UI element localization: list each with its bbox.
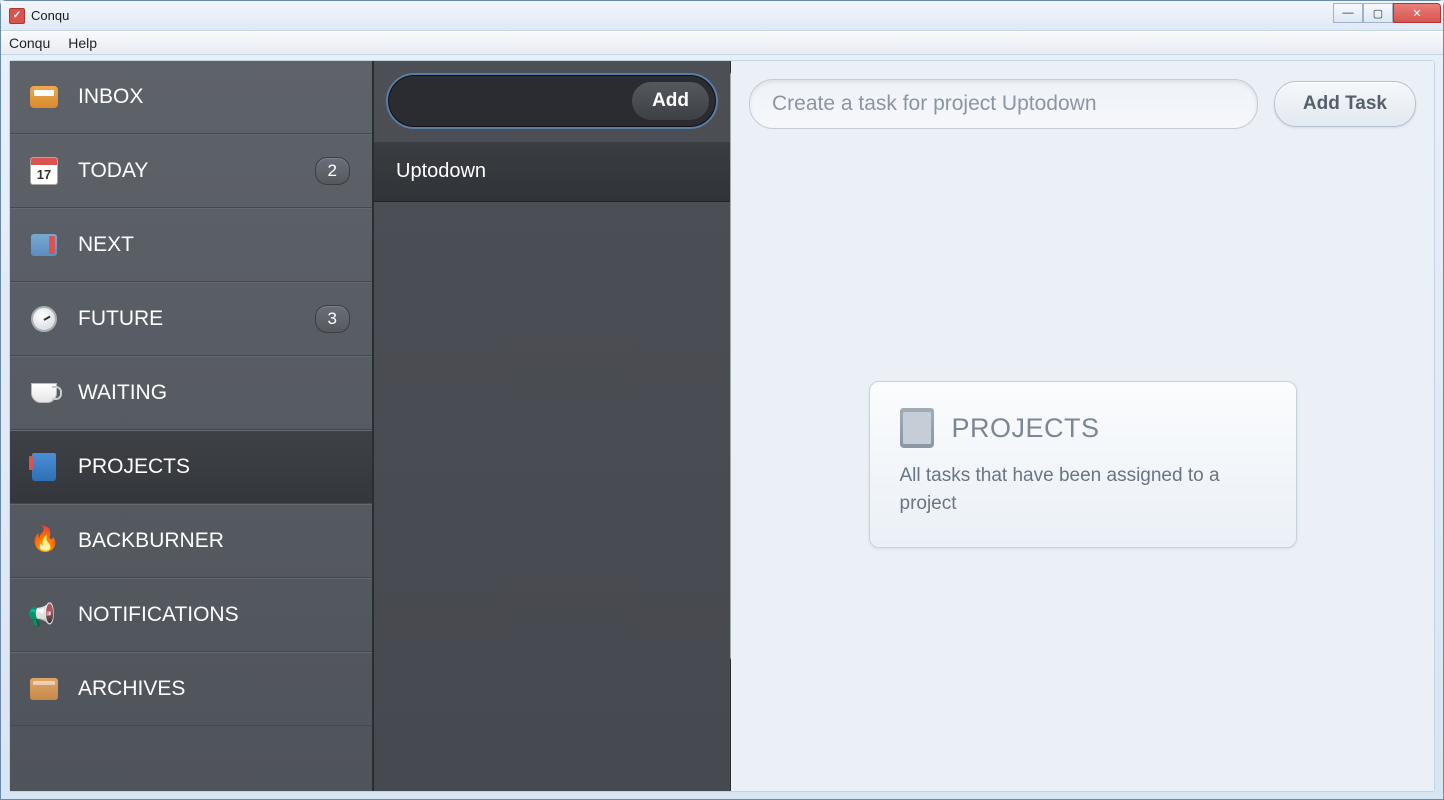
menu-help[interactable]: Help (68, 35, 97, 51)
menubar: Conqu Help (1, 31, 1443, 55)
add-project-panel: Add (386, 73, 718, 129)
clock-icon (28, 303, 60, 335)
task-bar: Add Task (749, 79, 1416, 129)
sidebar: INBOX TODAY 2 NEXT FUTURE 3 WAITING (10, 61, 373, 791)
sidebar-label: BACKBURNER (78, 529, 224, 553)
window-controls: — ▢ ✕ (1333, 3, 1441, 23)
close-button[interactable]: ✕ (1393, 3, 1441, 23)
info-card-header: PROJECTS (900, 408, 1266, 448)
sidebar-label: PROJECTS (78, 455, 190, 479)
main-panel: Add Task PROJECTS All tasks that have be… (731, 61, 1434, 791)
info-card-description: All tasks that have been assigned to a p… (900, 462, 1266, 517)
window-frame: Conqu — ▢ ✕ Conqu Help INBOX TODAY 2 NEX… (0, 0, 1444, 800)
sidebar-label: NEXT (78, 233, 134, 257)
fire-icon (28, 525, 60, 557)
sidebar-item-today[interactable]: TODAY 2 (10, 134, 372, 208)
sidebar-label: WAITING (78, 381, 167, 405)
sidebar-item-projects[interactable]: PROJECTS (10, 430, 372, 504)
sidebar-label: TODAY (78, 159, 148, 183)
sidebar-label: INBOX (78, 85, 143, 109)
app-body: INBOX TODAY 2 NEXT FUTURE 3 WAITING (9, 60, 1435, 792)
sidebar-label: NOTIFICATIONS (78, 603, 239, 627)
add-project-button[interactable]: Add (631, 81, 710, 121)
sidebar-label: FUTURE (78, 307, 163, 331)
sidebar-item-waiting[interactable]: WAITING (10, 356, 372, 430)
menu-conqu[interactable]: Conqu (9, 35, 50, 51)
megaphone-icon (28, 599, 60, 631)
app-icon (9, 8, 25, 24)
sidebar-item-archives[interactable]: ARCHIVES (10, 652, 372, 726)
folder-icon (28, 229, 60, 261)
badge-today: 2 (315, 157, 350, 185)
info-card-title: PROJECTS (952, 413, 1100, 444)
sidebar-item-next[interactable]: NEXT (10, 208, 372, 282)
titlebar: Conqu — ▢ ✕ (1, 1, 1443, 31)
maximize-button[interactable]: ▢ (1363, 3, 1393, 23)
projects-book-icon (900, 408, 934, 448)
sidebar-item-future[interactable]: FUTURE 3 (10, 282, 372, 356)
minimize-button[interactable]: — (1333, 3, 1363, 23)
add-task-button[interactable]: Add Task (1274, 81, 1416, 127)
book-icon (28, 451, 60, 483)
cup-icon (28, 377, 60, 409)
task-input[interactable] (749, 79, 1258, 129)
archive-icon (28, 673, 60, 705)
sidebar-item-backburner[interactable]: BACKBURNER (10, 504, 372, 578)
calendar-icon (28, 155, 60, 187)
project-row[interactable]: Uptodown (374, 141, 730, 202)
info-card: PROJECTS All tasks that have been assign… (869, 381, 1297, 548)
sidebar-item-inbox[interactable]: INBOX (10, 61, 372, 134)
sidebar-label: ARCHIVES (78, 677, 185, 701)
inbox-icon (28, 81, 60, 113)
badge-future: 3 (315, 305, 350, 333)
sidebar-item-notifications[interactable]: NOTIFICATIONS (10, 578, 372, 652)
project-name: Uptodown (396, 160, 486, 182)
project-list-panel: Add Uptodown (373, 61, 731, 791)
window-title: Conqu (31, 8, 69, 23)
